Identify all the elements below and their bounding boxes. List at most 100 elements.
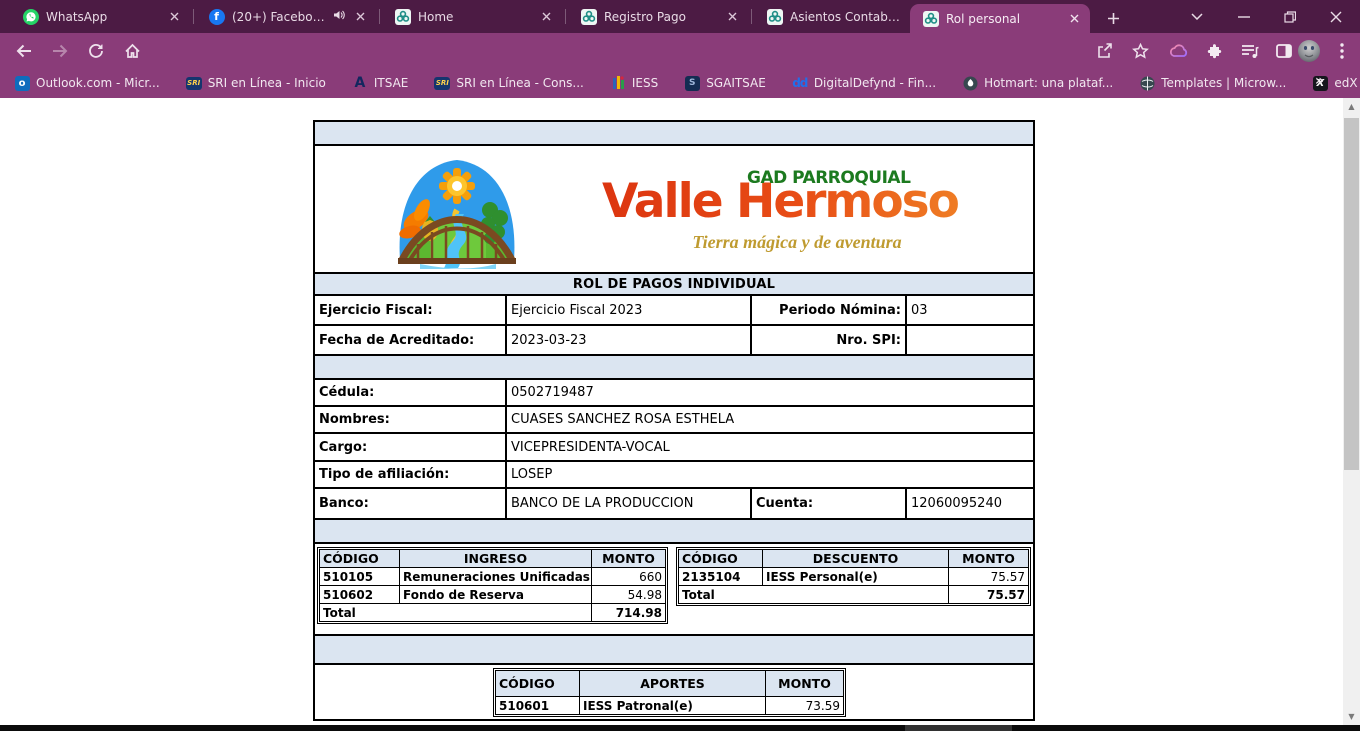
extension-cloud-icon[interactable]: [1165, 37, 1193, 65]
ingresos-header-codigo: CÓDIGO: [320, 550, 400, 568]
doc-divider-bar: [315, 356, 1033, 380]
bookmark-itsae[interactable]: A ITSAE: [352, 75, 409, 91]
bookmark-outlook[interactable]: o Outlook.com - Micr...: [14, 75, 160, 91]
bookmark-label: edX | Cursos en líne...: [1334, 76, 1360, 90]
hotmart-icon: [962, 75, 978, 91]
sgaitsae-icon: S: [684, 75, 700, 91]
ingresos-header-monto: MONTO: [592, 550, 666, 568]
banco-row: Banco: BANCO DE LA PRODUCCION Cuenta: 12…: [315, 489, 1033, 520]
whatsapp-icon: [22, 8, 39, 25]
ingresos-total-label: Total: [320, 604, 592, 622]
ejercicio-value: Ejercicio Fiscal 2023: [507, 296, 752, 324]
aporte-code: 510601: [496, 697, 580, 715]
afiliacion-row: Tipo de afiliación: LOSEP: [315, 462, 1033, 489]
ingresos-total-value: 714.98: [592, 604, 666, 622]
tab-home[interactable]: Home: [382, 0, 562, 33]
bookmark-sgaitsae[interactable]: S SGAITSAE: [684, 75, 766, 91]
forward-icon[interactable]: [46, 37, 74, 65]
bottom-edge-segment: [905, 725, 1012, 731]
fecha-label: Fecha de Acreditado:: [315, 326, 507, 354]
tab-title: Rol personal: [946, 12, 1059, 26]
cargo-value: VICEPRESIDENTA-VOCAL: [507, 434, 1033, 460]
descuento-amount: 75.57: [949, 568, 1029, 586]
tab-rol-personal[interactable]: Rol personal: [910, 4, 1090, 33]
close-icon[interactable]: [538, 9, 554, 25]
descuento-name: IESS Personal(e): [763, 568, 949, 586]
ingresos-header-ingreso: INGRESO: [400, 550, 592, 568]
bookmark-label: Hotmart: una plataf...: [984, 76, 1113, 90]
menu-kebab-icon[interactable]: [1328, 37, 1356, 65]
iess-icon: [610, 75, 626, 91]
descuento-code: 2135104: [679, 568, 763, 586]
ejercicio-label: Ejercicio Fiscal:: [315, 296, 507, 324]
bookmark-templates[interactable]: Templates | Microw...: [1139, 75, 1286, 91]
aporte-name: IESS Patronal(e): [580, 697, 766, 715]
avatar[interactable]: [1295, 37, 1323, 65]
bookmark-hotmart[interactable]: Hotmart: una plataf...: [962, 75, 1113, 91]
tab-title: Home: [418, 10, 531, 24]
close-icon[interactable]: [1066, 11, 1082, 27]
bookmark-sri-inicio[interactable]: SRI SRI en Línea - Inicio: [186, 75, 326, 91]
playlist-icon[interactable]: [1236, 37, 1264, 65]
browser-window: WhatsApp f (20+) Facebook Home: [0, 0, 1360, 731]
scroll-down-icon[interactable]: ▼: [1343, 708, 1360, 725]
ingreso-code: 510105: [320, 568, 400, 586]
itsae-icon: A: [352, 75, 368, 91]
aporte-amount: 73.59: [766, 697, 844, 715]
reload-icon[interactable]: [82, 37, 110, 65]
bookmarks-overflow-icon[interactable]: »: [1315, 73, 1322, 89]
restore-icon[interactable]: [1268, 0, 1312, 33]
scroll-up-icon[interactable]: ▲: [1343, 98, 1360, 115]
tab-asientos-contables[interactable]: Asientos Contables: [754, 0, 934, 33]
bookmark-label: DigitalDefynd - Fin...: [814, 76, 936, 90]
audio-speaker-icon[interactable]: [333, 9, 345, 24]
tab-registro-pago[interactable]: Registro Pago: [568, 0, 748, 33]
banco-label: Banco:: [315, 489, 507, 518]
ingreso-name: Fondo de Reserva: [400, 586, 592, 604]
bookmark-label: IESS: [632, 76, 658, 90]
bookmark-star-icon[interactable]: [1126, 37, 1154, 65]
bookmark-digitaldefynd[interactable]: dd DigitalDefynd - Fin...: [792, 75, 936, 91]
tab-title: Asientos Contables: [790, 10, 903, 24]
minimize-icon[interactable]: [1222, 0, 1266, 33]
back-icon[interactable]: [10, 37, 38, 65]
bookmark-label: Outlook.com - Micr...: [36, 76, 160, 90]
tab-facebook[interactable]: f (20+) Facebook: [196, 0, 376, 33]
cuenta-label: Cuenta:: [752, 489, 907, 518]
bookmark-label: SRI en Línea - Cons...: [456, 76, 583, 90]
facebook-icon: f: [208, 8, 225, 25]
share-icon[interactable]: [1090, 37, 1118, 65]
doc-letterhead: Valle Hermoso GAD PARROQUIAL Tierra mági…: [315, 146, 1033, 274]
close-icon[interactable]: [724, 9, 740, 25]
cedula-value: 0502719487: [507, 380, 1033, 405]
bookmark-iess[interactable]: IESS: [610, 75, 658, 91]
close-icon[interactable]: [352, 9, 368, 25]
table-row: 510601 IESS Patronal(e) 73.59: [496, 697, 844, 715]
tab-search-chevron-icon[interactable]: [1175, 0, 1219, 33]
bookmark-sri-consultas[interactable]: SRI SRI en Línea - Cons...: [434, 75, 583, 91]
aportes-header-monto: MONTO: [766, 671, 844, 697]
spi-label: Nro. SPI:: [752, 326, 907, 354]
table-row: 510602 Fondo de Reserva 54.98: [320, 586, 666, 604]
new-tab-icon[interactable]: [1100, 5, 1126, 31]
payroll-document: Valle Hermoso GAD PARROQUIAL Tierra mági…: [313, 120, 1035, 721]
vertical-scrollbar[interactable]: ▲ ▼: [1343, 98, 1360, 725]
close-icon[interactable]: [166, 9, 182, 25]
nombres-label: Nombres:: [315, 407, 507, 432]
extensions-puzzle-icon[interactable]: [1200, 37, 1228, 65]
tab-whatsapp[interactable]: WhatsApp: [10, 0, 190, 33]
home-icon[interactable]: [118, 37, 146, 65]
descuentos-header-codigo: CÓDIGO: [679, 550, 763, 568]
sidebar-icon[interactable]: [1270, 37, 1298, 65]
ingreso-name: Remuneraciones Unificadas: [400, 568, 592, 586]
fiscal-row-1: Ejercicio Fiscal: Ejercicio Fiscal 2023 …: [315, 296, 1033, 326]
globe-icon: [1139, 75, 1155, 91]
scrollbar-thumb[interactable]: [1344, 118, 1359, 470]
sun: [439, 168, 475, 204]
cuenta-value: 12060095240: [907, 489, 1033, 518]
bookmarks-bar: o Outlook.com - Micr... SRI SRI en Línea…: [0, 68, 1360, 98]
banco-value: BANCO DE LA PRODUCCION: [507, 489, 752, 518]
window-close-icon[interactable]: [1314, 0, 1358, 33]
page-content: Valle Hermoso GAD PARROQUIAL Tierra mági…: [0, 98, 1343, 731]
bookmark-label: ITSAE: [374, 76, 409, 90]
